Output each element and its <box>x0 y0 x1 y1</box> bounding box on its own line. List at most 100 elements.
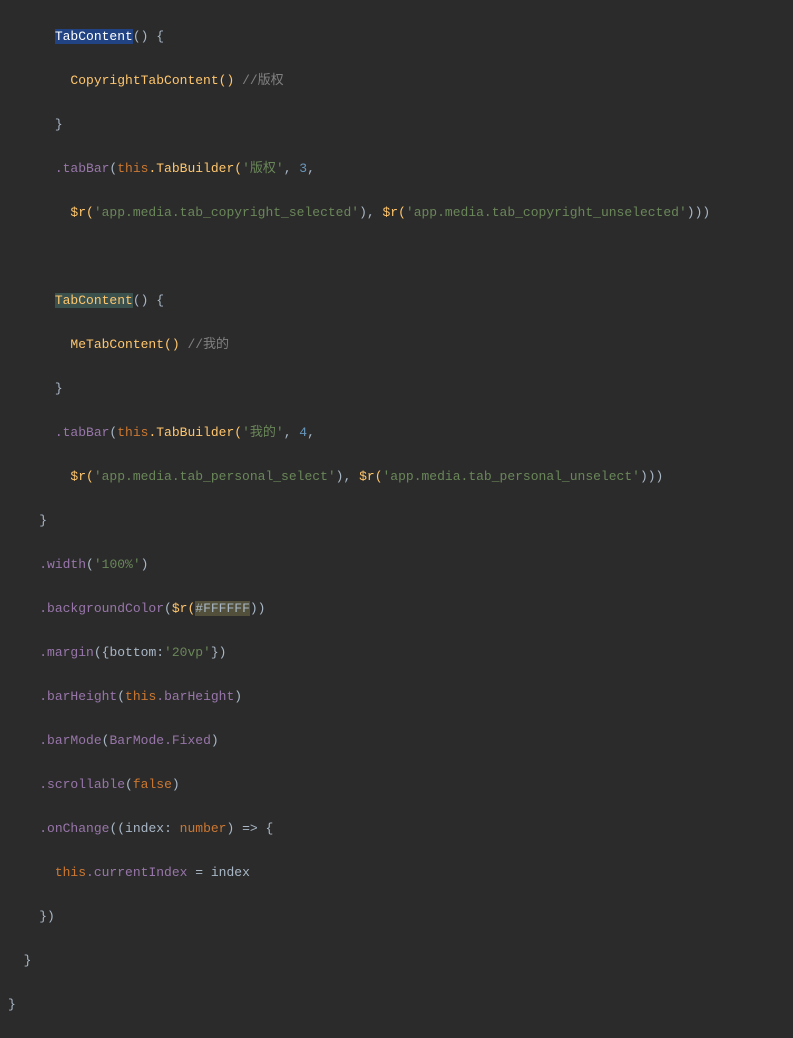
token: )) <box>250 601 266 616</box>
token: , <box>284 425 300 440</box>
token: '版权' <box>242 161 284 176</box>
code-line: .scrollable(false) <box>8 774 793 796</box>
token: index <box>125 821 164 836</box>
code-line: MeTabContent() //我的 <box>8 334 793 356</box>
token: this <box>117 161 148 176</box>
token: ( <box>102 733 110 748</box>
token: } <box>55 117 63 132</box>
token: ( <box>125 777 133 792</box>
code-line: .barMode(BarMode.Fixed) <box>8 730 793 752</box>
code-line: .width('100%') <box>8 554 793 576</box>
token: this <box>117 425 148 440</box>
code-line: .barHeight(this.barHeight) <box>8 686 793 708</box>
token: () { <box>133 293 164 308</box>
comment: //我的 <box>187 337 229 352</box>
token: $r( <box>359 469 382 484</box>
token: '我的' <box>242 425 284 440</box>
code-line: .onChange((index: number) => { <box>8 818 793 840</box>
token: .TabBuilder( <box>148 425 242 440</box>
token: ) <box>211 733 219 748</box>
token: , <box>367 205 383 220</box>
token: this <box>125 689 156 704</box>
token: 'app.media.tab_copyright_unselected' <box>406 205 687 220</box>
token: .barHeight <box>156 689 234 704</box>
token: CopyrightTabContent() <box>70 73 234 88</box>
token: } <box>39 513 47 528</box>
token: BarMode <box>109 733 164 748</box>
token: , <box>284 161 300 176</box>
token: this <box>55 865 86 880</box>
token: .currentIndex <box>86 865 187 880</box>
code-line: } <box>8 378 793 400</box>
code-line: .margin({bottom:'20vp'}) <box>8 642 793 664</box>
code-line: TabContent() { <box>8 26 793 48</box>
code-line: } <box>8 994 793 1016</box>
token: $r( <box>383 205 406 220</box>
token: ( <box>117 689 125 704</box>
code-line: TabContent() { <box>8 290 793 312</box>
token: , <box>343 469 359 484</box>
token: $r( <box>70 469 93 484</box>
token: () { <box>133 29 164 44</box>
token: ) <box>359 205 367 220</box>
token: ))) <box>687 205 710 220</box>
token: 'app.media.tab_personal_select' <box>94 469 336 484</box>
comment: //版权 <box>242 73 284 88</box>
token: index <box>211 865 250 880</box>
token: ))) <box>640 469 663 484</box>
token: $r( <box>70 205 93 220</box>
token: '100%' <box>94 557 141 572</box>
token: ) <box>234 689 242 704</box>
token: .barHeight <box>39 689 117 704</box>
token: ) => { <box>226 821 273 836</box>
token: 4 <box>299 425 307 440</box>
token: $r( <box>172 601 195 616</box>
token: 'app.media.tab_personal_unselect' <box>383 469 640 484</box>
token: 'app.media.tab_copyright_selected' <box>94 205 359 220</box>
code-line: .tabBar(this.TabBuilder('我的', 4, <box>8 422 793 444</box>
token: } <box>24 953 32 968</box>
token: number <box>180 821 227 836</box>
code-line: this.currentIndex = index <box>8 862 793 884</box>
token: .barMode <box>39 733 101 748</box>
token: .TabBuilder( <box>148 161 242 176</box>
code-line: } <box>8 950 793 972</box>
token: ) <box>141 557 149 572</box>
token: .tabBar <box>55 161 110 176</box>
warning-highlight: #FFFFFF <box>195 601 250 616</box>
token: } <box>55 381 63 396</box>
token: .backgroundColor <box>39 601 164 616</box>
token: }) <box>39 909 55 924</box>
token: ) <box>172 777 180 792</box>
code-line: } <box>8 114 793 136</box>
code-editor[interactable]: TabContent() { CopyrightTabContent() //版… <box>0 4 793 1038</box>
token: ({ <box>94 645 110 660</box>
token: = <box>187 865 210 880</box>
token: (( <box>109 821 125 836</box>
code-line: .backgroundColor($r(#FFFFFF)) <box>8 598 793 620</box>
code-line: .tabBar(this.TabBuilder('版权', 3, <box>8 158 793 180</box>
token: 3 <box>299 161 307 176</box>
token: '20vp' <box>164 645 211 660</box>
token: .margin <box>39 645 94 660</box>
match-highlight: TabContent <box>55 293 133 308</box>
token: false <box>133 777 172 792</box>
token: .scrollable <box>39 777 125 792</box>
token: .Fixed <box>164 733 211 748</box>
token: } <box>8 997 16 1012</box>
token: ( <box>164 601 172 616</box>
token: .width <box>39 557 86 572</box>
token: }) <box>211 645 227 660</box>
token: MeTabContent() <box>70 337 179 352</box>
code-line: CopyrightTabContent() //版权 <box>8 70 793 92</box>
code-line: } <box>8 510 793 532</box>
code-line: $r('app.media.tab_copyright_selected'), … <box>8 202 793 224</box>
token: bottom: <box>109 645 164 660</box>
token: ( <box>86 557 94 572</box>
code-line: }) <box>8 906 793 928</box>
token: : <box>164 821 180 836</box>
token: .tabBar <box>55 425 110 440</box>
token: .onChange <box>39 821 109 836</box>
selection: TabContent <box>55 29 133 44</box>
code-line: $r('app.media.tab_personal_select'), $r(… <box>8 466 793 488</box>
